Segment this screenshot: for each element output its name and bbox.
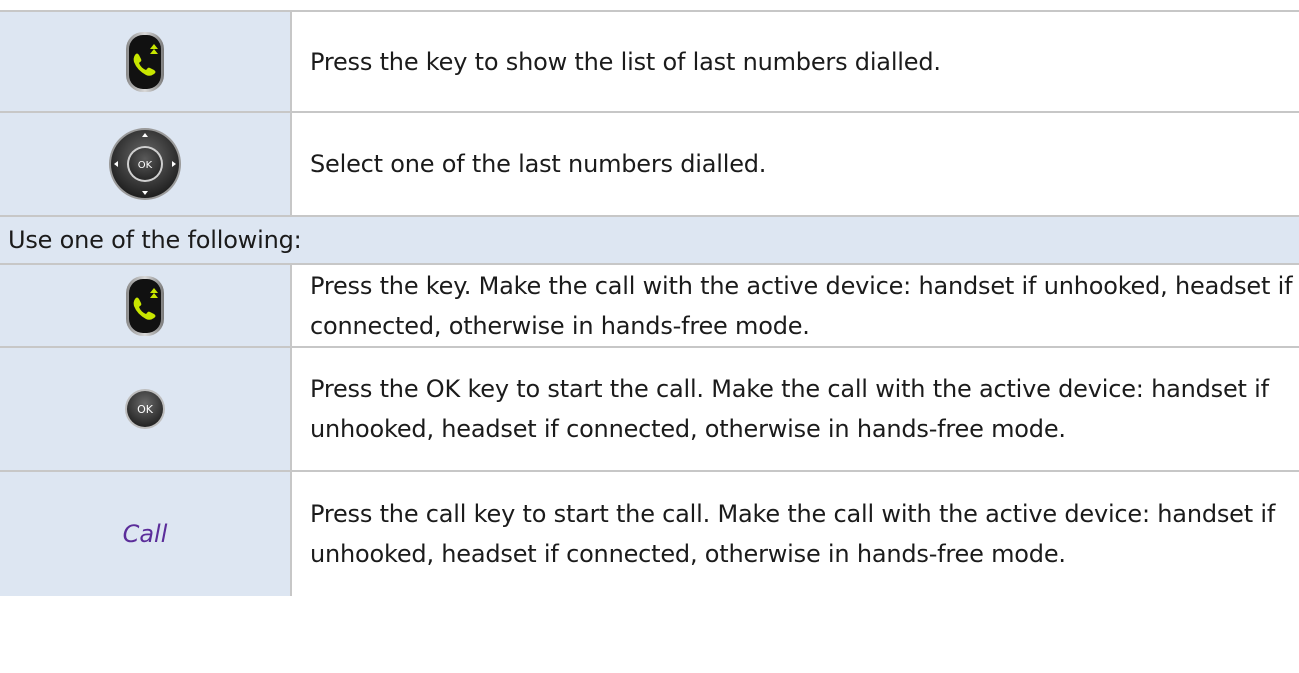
- navigator-ok-label: OK: [138, 160, 153, 171]
- table-row: OK Press the OK key to start the call. M…: [0, 348, 1299, 472]
- table-row: Press the key. Make the call with the ac…: [0, 265, 1299, 348]
- icon-cell: [0, 265, 292, 346]
- row-text: Press the call key to start the call. Ma…: [310, 500, 1276, 568]
- row-text: Press the key. Make the call with the ac…: [310, 271, 1293, 340]
- icon-cell: [0, 12, 292, 111]
- table-row: Press the key to show the list of last n…: [0, 10, 1299, 113]
- row-text: Press the OK key to start the call. Make…: [310, 375, 1269, 443]
- section-header: Use one of the following:: [8, 226, 302, 254]
- row-text: Press the key to show the list of last n…: [310, 47, 941, 76]
- redial-key-icon[interactable]: [125, 31, 165, 93]
- section-header-row: Use one of the following:: [0, 217, 1299, 265]
- icon-cell: OK: [0, 348, 292, 470]
- icon-cell: OK: [0, 113, 292, 215]
- ok-key-icon[interactable]: OK: [124, 388, 166, 430]
- call-softkey-label[interactable]: Call: [123, 520, 168, 548]
- instruction-table: Press the key to show the list of last n…: [0, 10, 1299, 596]
- table-row: Call Press the call key to start the cal…: [0, 472, 1299, 596]
- navigator-ok-icon[interactable]: OK: [107, 126, 183, 202]
- icon-cell: Call: [0, 472, 292, 596]
- redial-key-icon[interactable]: [125, 275, 165, 337]
- ok-key-label: OK: [137, 403, 154, 416]
- table-row: OK Select one of the last numbers dialle…: [0, 113, 1299, 217]
- row-text: Select one of the last numbers dialled.: [310, 150, 767, 178]
